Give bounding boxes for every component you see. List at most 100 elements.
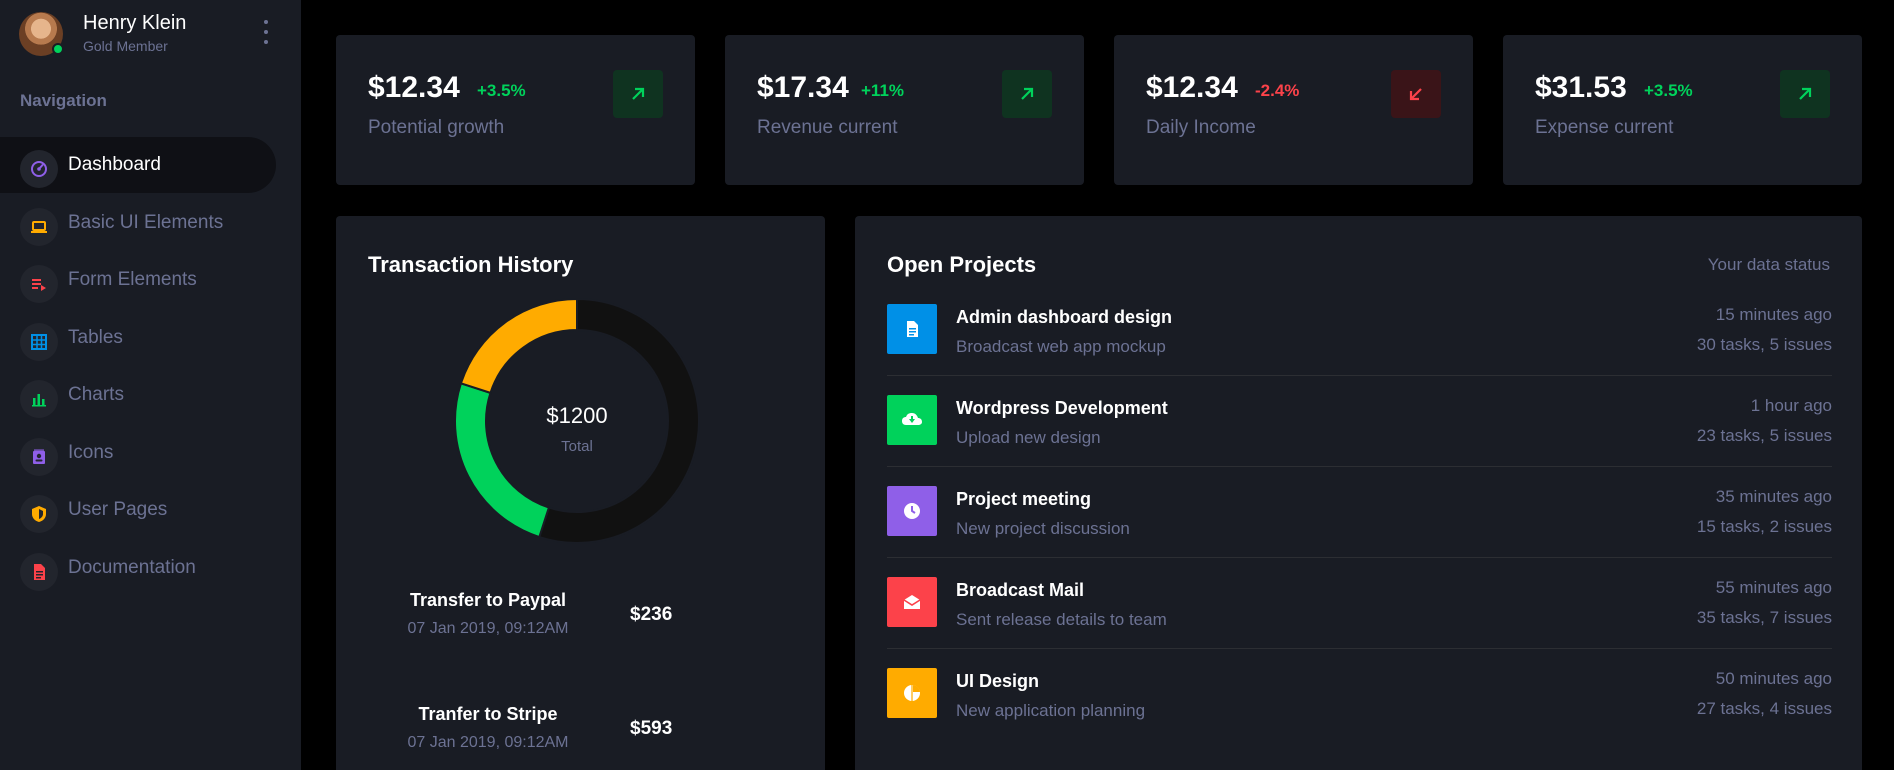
stat-value: $12.34 bbox=[368, 71, 460, 104]
profile[interactable]: Henry Klein Gold Member bbox=[19, 12, 289, 56]
project-item[interactable]: Admin dashboard design Broadcast web app… bbox=[887, 285, 1832, 376]
nav-heading: Navigation bbox=[20, 91, 107, 110]
project-item[interactable]: Project meeting New project discussion 3… bbox=[887, 467, 1832, 558]
stat-delta: +3.5% bbox=[477, 81, 526, 100]
arrow-top-right-icon bbox=[1780, 70, 1830, 118]
sidebar-item-label: Documentation bbox=[68, 557, 196, 578]
contacts-icon bbox=[20, 438, 58, 476]
avatar[interactable] bbox=[19, 12, 64, 56]
project-title: Broadcast Mail bbox=[956, 580, 1085, 600]
donut-total-value: $1200 bbox=[546, 403, 608, 428]
sidebar-item-label: User Pages bbox=[68, 499, 168, 520]
stat-delta: +11% bbox=[861, 81, 905, 100]
sidebar-item-label: Form Elements bbox=[68, 269, 197, 290]
sidebar-item-label: Tables bbox=[68, 327, 123, 348]
profile-level: Gold Member bbox=[83, 38, 168, 54]
stat-card-potential-growth: $12.34 +3.5% Potential growth bbox=[336, 35, 695, 185]
transaction-donut-chart: $1200 Total bbox=[452, 296, 702, 546]
email-open-icon bbox=[887, 577, 937, 627]
open-projects-card: Open Projects Your data status Admin das… bbox=[855, 216, 1862, 770]
laptop-icon bbox=[20, 208, 58, 246]
stat-card-daily-income: $12.34 -2.4% Daily Income bbox=[1114, 35, 1473, 185]
sidebar-item-label: Dashboard bbox=[68, 154, 161, 175]
stat-value: $12.34 bbox=[1146, 71, 1238, 104]
sidebar: Henry Klein Gold Member Navigation Dashb… bbox=[0, 0, 301, 770]
transaction-history-card: Transaction History $1200 Total Transfer… bbox=[336, 216, 825, 770]
project-description: Sent release details to team bbox=[956, 610, 1167, 629]
project-description: New project discussion bbox=[956, 519, 1130, 538]
project-time: 35 minutes ago bbox=[1715, 487, 1832, 506]
project-item[interactable]: UI Design New application planning 50 mi… bbox=[887, 649, 1832, 740]
donut-segment[interactable] bbox=[459, 297, 578, 395]
sidebar-item-label: Basic UI Elements bbox=[68, 212, 224, 233]
donut-total-label: Total bbox=[561, 438, 593, 455]
arrow-top-right-icon bbox=[613, 70, 663, 118]
more-options-icon[interactable] bbox=[259, 20, 273, 44]
stat-label: Potential growth bbox=[368, 117, 505, 138]
dashboard-app: Henry Klein Gold Member Navigation Dashb… bbox=[0, 0, 1894, 770]
project-description: Broadcast web app mockup bbox=[956, 337, 1166, 356]
transaction-title: Tranfer to Stripe bbox=[418, 704, 558, 724]
chart-bar-icon bbox=[20, 380, 58, 418]
project-item[interactable]: Wordpress Development Upload new design … bbox=[887, 376, 1832, 467]
arrow-top-right-icon bbox=[1002, 70, 1052, 118]
project-description: Upload new design bbox=[956, 428, 1101, 447]
stat-label: Daily Income bbox=[1146, 117, 1256, 138]
card-title: Open Projects bbox=[887, 252, 1037, 277]
file-document-icon bbox=[887, 304, 937, 354]
arrow-bottom-left-icon bbox=[1391, 70, 1441, 118]
stat-value: $17.34 bbox=[757, 71, 849, 104]
project-title: UI Design bbox=[956, 671, 1040, 691]
sidebar-item-form-elements[interactable]: Form Elements bbox=[0, 252, 276, 308]
project-tasks: 15 tasks, 2 issues bbox=[1696, 517, 1832, 536]
stat-card-expense-current: $31.53 +3.5% Expense current bbox=[1503, 35, 1862, 185]
clock-icon bbox=[887, 486, 937, 536]
project-item[interactable]: Broadcast Mail Sent release details to t… bbox=[887, 558, 1832, 649]
stat-delta: -2.4% bbox=[1255, 81, 1300, 100]
card-subtitle: Your data status bbox=[1707, 255, 1830, 274]
project-time: 50 minutes ago bbox=[1715, 669, 1832, 688]
project-title: Wordpress Development bbox=[956, 398, 1168, 418]
sidebar-item-dashboard[interactable]: Dashboard bbox=[0, 137, 276, 193]
chart-pie-icon bbox=[887, 668, 937, 718]
profile-name: Henry Klein bbox=[83, 12, 187, 34]
cloud-download-icon bbox=[887, 395, 937, 445]
project-time: 1 hour ago bbox=[1750, 396, 1832, 415]
transaction-date: 07 Jan 2019, 09:12AM bbox=[407, 620, 569, 637]
file-document-icon bbox=[20, 553, 58, 591]
transaction-date: 07 Jan 2019, 09:12AM bbox=[407, 734, 569, 751]
stat-label: Expense current bbox=[1535, 117, 1674, 138]
project-tasks: 27 tasks, 4 issues bbox=[1696, 699, 1832, 718]
online-status-dot bbox=[52, 43, 64, 55]
sidebar-item-basic-ui[interactable]: Basic UI Elements bbox=[0, 195, 276, 251]
sidebar-item-label: Icons bbox=[68, 442, 114, 463]
stat-value: $31.53 bbox=[1535, 71, 1627, 104]
table-large-icon bbox=[20, 323, 58, 361]
project-time: 15 minutes ago bbox=[1715, 305, 1832, 324]
security-icon bbox=[20, 495, 58, 533]
stat-card-revenue-current: $17.34 +11% Revenue current bbox=[725, 35, 1084, 185]
project-tasks: 30 tasks, 5 issues bbox=[1696, 335, 1832, 354]
stat-label: Revenue current bbox=[757, 117, 898, 138]
project-tasks: 23 tasks, 5 issues bbox=[1696, 426, 1832, 445]
sidebar-item-charts[interactable]: Charts bbox=[0, 367, 276, 423]
project-title: Project meeting bbox=[956, 489, 1092, 509]
transaction-amount: $236 bbox=[630, 604, 673, 625]
transaction-title: Transfer to Paypal bbox=[409, 590, 567, 610]
transaction-amount: $593 bbox=[630, 718, 673, 739]
project-title: Admin dashboard design bbox=[956, 307, 1173, 327]
sidebar-item-icons[interactable]: Icons bbox=[0, 425, 276, 481]
playlist-play-icon bbox=[20, 265, 58, 303]
card-title: Transaction History bbox=[368, 252, 574, 277]
project-time: 55 minutes ago bbox=[1715, 578, 1832, 597]
transaction-item[interactable]: Tranfer to Stripe 07 Jan 2019, 09:12AM $… bbox=[368, 704, 688, 764]
sidebar-item-user-pages[interactable]: User Pages bbox=[0, 482, 276, 538]
sidebar-item-tables[interactable]: Tables bbox=[0, 310, 276, 366]
sidebar-item-label: Charts bbox=[68, 384, 124, 405]
sidebar-item-documentation[interactable]: Documentation bbox=[0, 540, 276, 596]
speedometer-icon bbox=[20, 150, 58, 188]
project-description: New application planning bbox=[956, 701, 1146, 720]
project-tasks: 35 tasks, 7 issues bbox=[1696, 608, 1832, 627]
transaction-item[interactable]: Transfer to Paypal 07 Jan 2019, 09:12AM … bbox=[368, 590, 688, 650]
stat-delta: +3.5% bbox=[1644, 81, 1693, 100]
